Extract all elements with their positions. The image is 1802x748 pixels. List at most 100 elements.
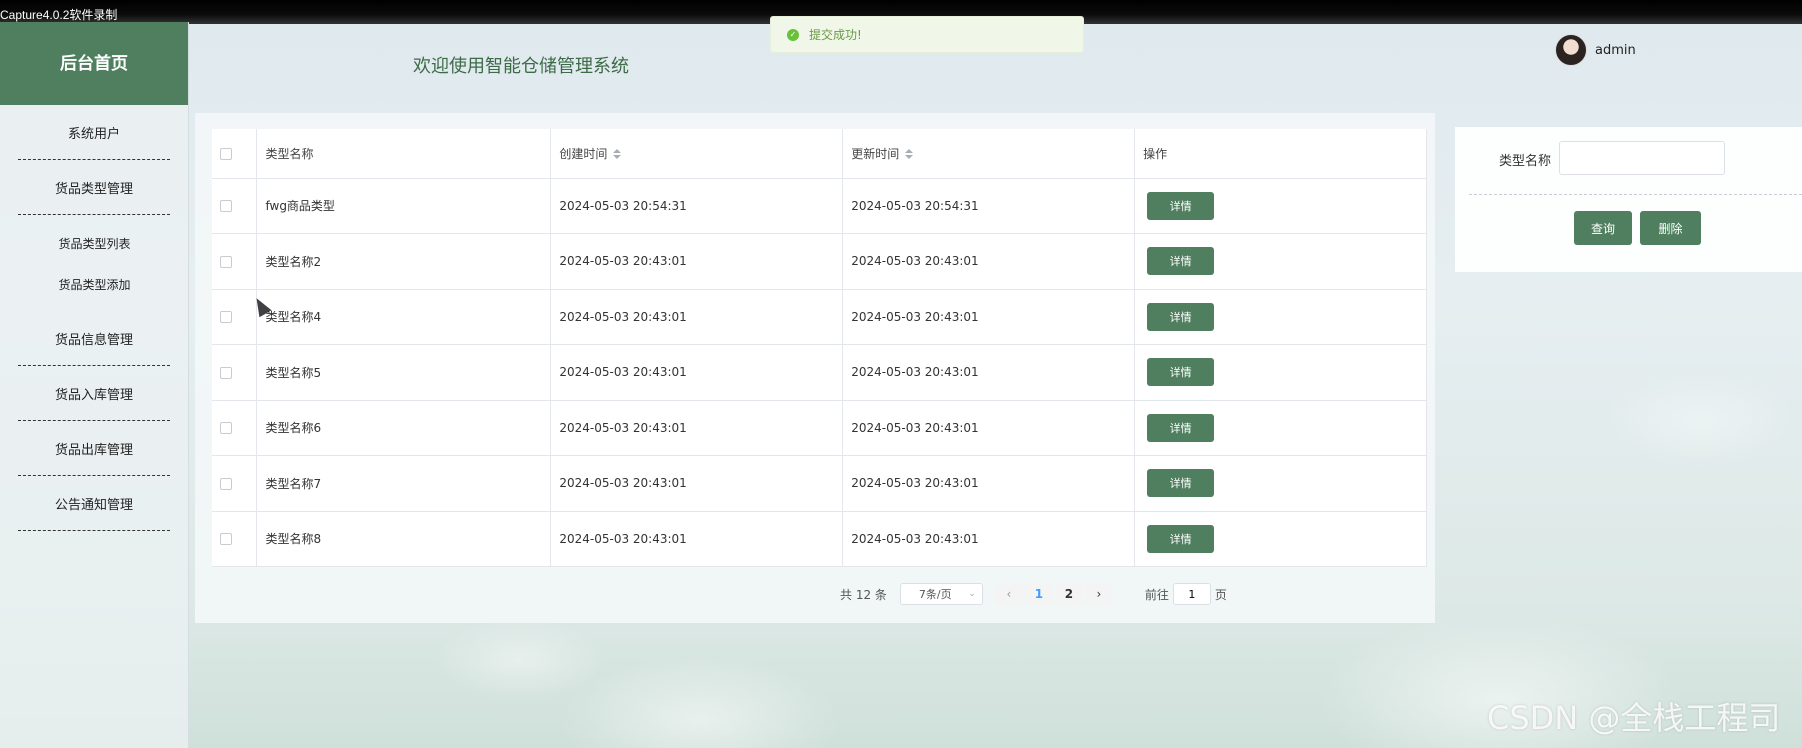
column-header-updated-label: 更新时间 <box>851 146 900 161</box>
divider <box>1469 194 1802 195</box>
row-checkbox[interactable] <box>220 311 232 324</box>
row-select-cell <box>212 233 258 290</box>
detail-button[interactable]: 详情 <box>1147 191 1215 220</box>
sidebar: 后台首页 系统用户 货品类型管理 货品类型列表 货品类型添加 货品信息管理 货品… <box>0 22 189 748</box>
page-number[interactable]: 2 <box>1054 583 1083 605</box>
sidebar-submenu-category: 货品类型列表 货品类型添加 <box>0 215 188 311</box>
row-checkbox[interactable] <box>220 477 232 490</box>
sidebar-subitem-category-add[interactable]: 货品类型添加 <box>0 264 189 305</box>
success-toast: ✓ 提交成功! <box>770 16 1084 53</box>
cell-created: 2024-05-03 20:43:01 <box>550 233 844 290</box>
sidebar-brand[interactable]: 后台首页 <box>0 22 188 105</box>
query-button[interactable]: 查询 <box>1574 211 1632 245</box>
cell-created: 2024-05-03 20:43:01 <box>550 511 844 567</box>
cell-name: 类型名称6 <box>256 400 552 456</box>
page-number[interactable]: 1 <box>1024 583 1053 605</box>
goto-label: 前往 <box>1144 587 1169 602</box>
cell-actions: 详情 <box>1134 289 1427 345</box>
watermark: CSDN @全栈工程司 <box>1487 699 1781 737</box>
goto-page-input[interactable] <box>1172 583 1211 605</box>
category-table: 类型名称 创建时间 更新时间 操作 fwg商品类型 2024-05-03 20:… <box>212 129 1427 567</box>
column-header-name: 类型名称 <box>256 129 552 179</box>
table-row: 类型名称7 2024-05-03 20:43:01 2024-05-03 20:… <box>212 455 1427 512</box>
search-input[interactable] <box>1559 141 1725 175</box>
row-checkbox[interactable] <box>220 255 232 268</box>
table-row: 类型名称4 2024-05-03 20:43:01 2024-05-03 20:… <box>212 289 1427 345</box>
sidebar-item-notices[interactable]: 公告通知管理 <box>18 476 170 531</box>
cell-updated: 2024-05-03 20:43:01 <box>842 400 1136 456</box>
cell-actions: 详情 <box>1134 344 1427 401</box>
sort-icon[interactable] <box>613 149 622 160</box>
column-header-updated[interactable]: 更新时间 <box>842 129 1136 179</box>
cell-updated: 2024-05-03 20:43:01 <box>842 455 1136 512</box>
cell-updated: 2024-05-03 20:43:01 <box>842 233 1136 290</box>
row-select-cell <box>212 400 258 456</box>
table-row: 类型名称8 2024-05-03 20:43:01 2024-05-03 20:… <box>212 511 1427 567</box>
pagination-total: 共 12 条 <box>840 587 887 602</box>
search-label: 类型名称 <box>1499 154 1552 169</box>
recorder-caption: Capture4.0.2软件录制 <box>0 8 118 22</box>
cell-name: 类型名称8 <box>256 511 552 567</box>
cell-name: 类型名称7 <box>256 455 552 512</box>
detail-button[interactable]: 详情 <box>1147 524 1215 553</box>
select-all-cell <box>212 129 258 179</box>
row-checkbox[interactable] <box>220 422 232 435</box>
cell-actions: 详情 <box>1134 455 1427 512</box>
sidebar-menu: 系统用户 货品类型管理 货品类型列表 货品类型添加 货品信息管理 货品入库管理 … <box>0 105 188 531</box>
page-title: 欢迎使用智能仓储管理系统 <box>413 56 629 77</box>
cell-created: 2024-05-03 20:54:31 <box>550 178 844 234</box>
table-row: 类型名称2 2024-05-03 20:43:01 2024-05-03 20:… <box>212 233 1427 290</box>
next-page-button[interactable]: › <box>1084 583 1113 605</box>
cell-created: 2024-05-03 20:43:01 <box>550 289 844 345</box>
cell-name: fwg商品类型 <box>256 178 552 234</box>
sidebar-item-system-users[interactable]: 系统用户 <box>18 105 170 160</box>
cell-name: 类型名称4 <box>256 289 552 345</box>
username[interactable]: admin <box>1595 43 1636 58</box>
sidebar-item-goods-info[interactable]: 货品信息管理 <box>18 311 170 366</box>
toast-message: 提交成功! <box>809 28 862 42</box>
page-suffix: 页 <box>1214 587 1227 602</box>
sort-icon[interactable] <box>905 149 914 160</box>
row-select-cell <box>212 344 258 401</box>
row-select-cell <box>212 455 258 512</box>
table-row: 类型名称6 2024-05-03 20:43:01 2024-05-03 20:… <box>212 400 1427 456</box>
detail-button[interactable]: 详情 <box>1147 413 1215 442</box>
cell-name: 类型名称5 <box>256 344 552 401</box>
pagination: 共 12 条 7条/页 ⌄ ‹ 1 2 › 前往 页 <box>840 583 1227 605</box>
row-checkbox[interactable] <box>220 366 232 379</box>
row-select-cell <box>212 511 258 567</box>
table-panel: 类型名称 创建时间 更新时间 操作 fwg商品类型 2024-05-03 20:… <box>195 113 1435 623</box>
sidebar-item-stock-out[interactable]: 货品出库管理 <box>18 421 170 476</box>
page-size-select[interactable]: 7条/页 ⌄ <box>899 583 983 605</box>
sidebar-item-stock-in[interactable]: 货品入库管理 <box>18 366 170 421</box>
table-row: fwg商品类型 2024-05-03 20:54:31 2024-05-03 2… <box>212 178 1427 234</box>
column-header-created-label: 创建时间 <box>559 146 608 161</box>
sidebar-subitem-category-list[interactable]: 货品类型列表 <box>0 223 189 264</box>
cell-actions: 详情 <box>1134 511 1427 567</box>
cell-updated: 2024-05-03 20:43:01 <box>842 344 1136 401</box>
table-header-row: 类型名称 创建时间 更新时间 操作 <box>212 129 1427 179</box>
sidebar-item-category-management[interactable]: 货品类型管理 <box>18 160 170 215</box>
detail-button[interactable]: 详情 <box>1147 358 1215 387</box>
row-checkbox[interactable] <box>220 533 232 546</box>
detail-button[interactable]: 详情 <box>1147 247 1215 276</box>
prev-page-button[interactable]: ‹ <box>994 583 1023 605</box>
chevron-down-icon: ⌄ <box>968 589 976 599</box>
user-menu[interactable]: admin <box>1555 34 1636 66</box>
column-header-created[interactable]: 创建时间 <box>550 129 844 179</box>
cell-created: 2024-05-03 20:43:01 <box>550 400 844 456</box>
delete-button[interactable]: 删除 <box>1640 211 1701 245</box>
page-size-value: 7条/页 <box>918 588 952 601</box>
cell-name: 类型名称2 <box>256 233 552 290</box>
detail-button[interactable]: 详情 <box>1147 469 1215 498</box>
search-panel: 类型名称 查询 删除 <box>1455 127 1802 272</box>
cell-created: 2024-05-03 20:43:01 <box>550 455 844 512</box>
select-all-checkbox[interactable] <box>220 147 232 160</box>
cell-updated: 2024-05-03 20:43:01 <box>842 289 1136 345</box>
cell-actions: 详情 <box>1134 400 1427 456</box>
table-row: 类型名称5 2024-05-03 20:43:01 2024-05-03 20:… <box>212 344 1427 401</box>
detail-button[interactable]: 详情 <box>1147 302 1215 331</box>
cell-actions: 详情 <box>1134 178 1427 234</box>
avatar[interactable] <box>1555 34 1587 66</box>
row-checkbox[interactable] <box>220 200 232 213</box>
